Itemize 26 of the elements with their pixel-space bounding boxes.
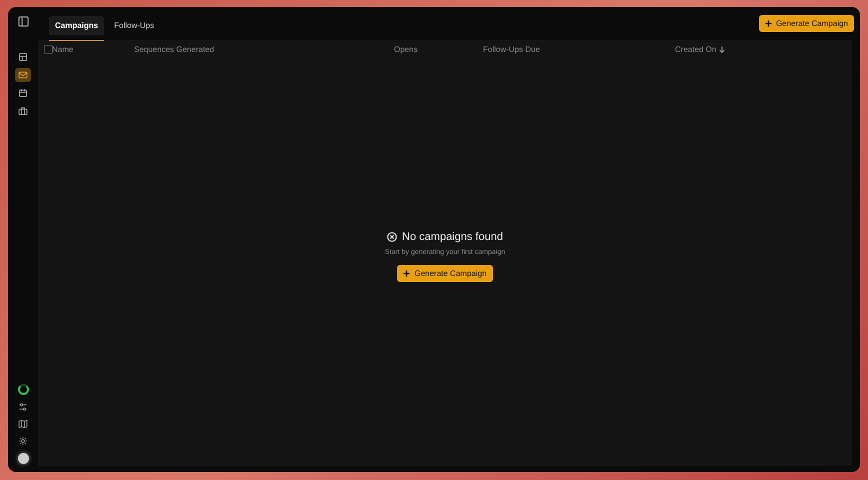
- map-icon[interactable]: [18, 419, 28, 429]
- gear-icon[interactable]: [18, 436, 28, 446]
- avatar[interactable]: [18, 453, 28, 464]
- generate-campaign-button[interactable]: Generate Campaign: [758, 15, 854, 32]
- layout-icon: [18, 52, 28, 62]
- plus-icon: [764, 20, 772, 27]
- select-all-checkbox[interactable]: [44, 45, 53, 54]
- calendar-icon: [18, 88, 28, 98]
- column-header[interactable]: Name: [52, 45, 74, 54]
- column-header[interactable]: Opens: [394, 45, 418, 54]
- tab[interactable]: Campaigns: [49, 16, 104, 42]
- sidebar-toggle-icon[interactable]: [18, 16, 28, 27]
- column-header[interactable]: Created On: [675, 45, 716, 54]
- empty-title: No campaigns found: [402, 230, 503, 242]
- plus-icon: [403, 270, 410, 276]
- close-circle-icon: [387, 232, 398, 242]
- sliders-icon[interactable]: [18, 402, 28, 412]
- column-header[interactable]: Sequences Generated: [134, 45, 214, 54]
- tab[interactable]: Follow-Ups: [108, 16, 160, 42]
- mail-nav-button[interactable]: [15, 68, 31, 82]
- briefcase-icon: [18, 106, 28, 116]
- generate-campaign-button[interactable]: Generate Campaign: [397, 264, 493, 282]
- progress-ring-icon[interactable]: [18, 384, 28, 395]
- sort-down-icon[interactable]: [719, 46, 726, 53]
- mail-icon: [18, 70, 28, 80]
- column-header[interactable]: Follow-Ups Due: [483, 45, 540, 54]
